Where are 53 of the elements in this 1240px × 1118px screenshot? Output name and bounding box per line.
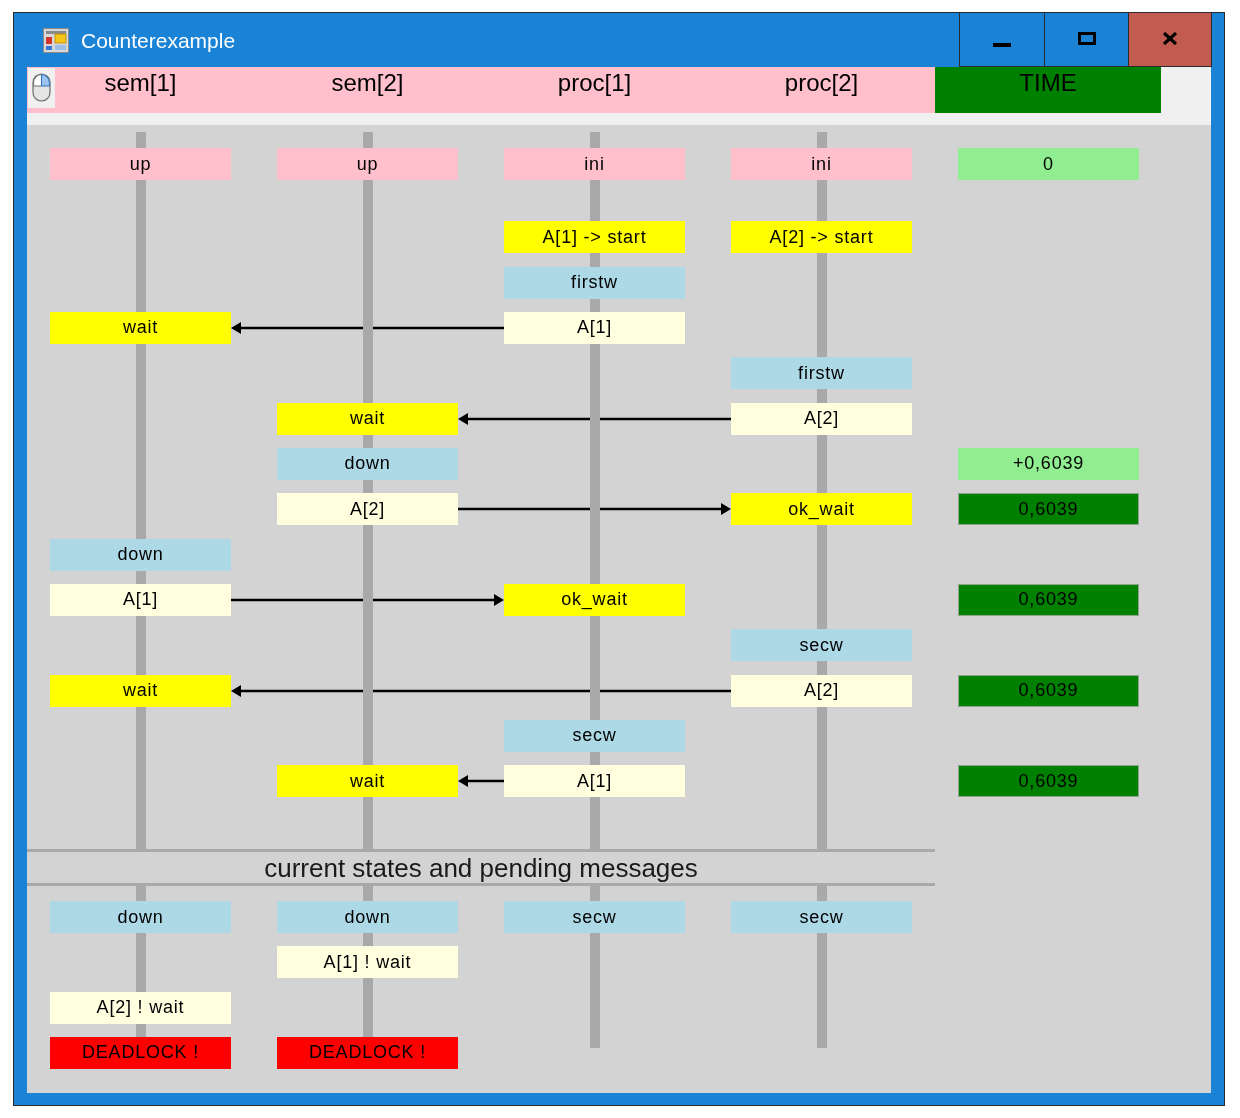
close-button[interactable] (1128, 13, 1212, 67)
state-label: secw (731, 901, 912, 933)
mouse-icon (28, 68, 55, 108)
event-label: ok_wait (504, 583, 685, 616)
message-label: A[2] ! wait (50, 991, 231, 1024)
state-label: secw (504, 901, 685, 933)
close-icon (1162, 32, 1178, 45)
column-header: proc[2] (784, 68, 859, 98)
state-label: down (50, 901, 231, 933)
timestamp-label: 0,6039 (958, 493, 1139, 526)
column-header: sem[2] (331, 68, 404, 98)
event-label: ok_wait (731, 493, 912, 526)
state-label: down (277, 447, 458, 480)
state-label: firstw (504, 266, 685, 299)
section-title: current states and pending messages (264, 854, 698, 881)
initial-state-label: up (50, 148, 231, 180)
message-label: A[2] (731, 674, 912, 707)
message-label: A[1] ! wait (277, 946, 458, 979)
minimize-icon (993, 42, 1011, 47)
column-header: proc[1] (557, 68, 632, 98)
message-label: A[2] (277, 493, 458, 526)
state-label: down (50, 538, 231, 571)
time-column-header: TIME (935, 67, 1161, 113)
message-label: A[1] (504, 765, 685, 798)
message-label: A[2] (731, 402, 912, 435)
timestamp-label: 0,6039 (958, 765, 1139, 798)
app-window-icon (43, 27, 69, 53)
state-label: secw (504, 719, 685, 752)
event-label: wait (277, 765, 458, 798)
initial-state-label: ini (504, 148, 685, 180)
message-label: A[1] (50, 583, 231, 616)
time-delay-label: +0,6039 (958, 447, 1139, 480)
state-label: secw (731, 629, 912, 662)
state-label: down (277, 901, 458, 933)
event-label: wait (50, 312, 231, 344)
initial-state-label: ini (731, 148, 912, 180)
event-label: wait (277, 402, 458, 435)
initial-state-label: up (277, 148, 458, 180)
deadlock-label: DEADLOCK ! (277, 1037, 458, 1069)
deadlock-label: DEADLOCK ! (50, 1037, 231, 1069)
event-label: wait (50, 674, 231, 707)
event-label: A[1] -> start (504, 221, 685, 254)
window-title: Counterexample (81, 29, 236, 51)
maximize-button[interactable] (1044, 13, 1128, 67)
minimize-button[interactable] (959, 13, 1044, 67)
timestamp-label: 0,6039 (958, 674, 1139, 707)
column-header: sem[1] (104, 68, 177, 98)
event-label: A[2] -> start (731, 221, 912, 254)
timestamp-label: 0,6039 (958, 583, 1139, 616)
maximize-icon (1077, 32, 1096, 45)
state-label: firstw (731, 357, 912, 390)
message-label: A[1] (504, 312, 685, 344)
time-delay-label: 0 (958, 148, 1139, 180)
